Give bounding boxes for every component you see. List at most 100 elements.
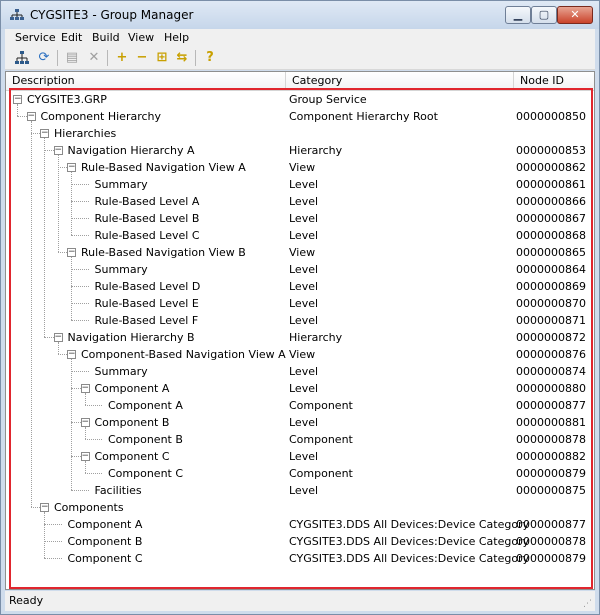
row-description: Component Hierarchy bbox=[40, 110, 162, 123]
tree-row[interactable]: − Navigation Hierarchy A Hierarchy 00000008… bbox=[6, 142, 594, 159]
tree-connector bbox=[71, 303, 89, 304]
collapse-icon[interactable]: − bbox=[40, 503, 49, 512]
tree-connector bbox=[71, 456, 81, 457]
properties-icon[interactable]: ▤ bbox=[63, 49, 81, 67]
close-icon: ✕ bbox=[570, 8, 580, 21]
window-title: CYGSITE3 - Group Manager bbox=[30, 8, 194, 22]
row-node-id: 0000000875 bbox=[516, 484, 586, 497]
tree-connector bbox=[44, 558, 62, 559]
row-description: Rule-Based Level C bbox=[94, 229, 200, 242]
row-description: Rule-Based Navigation View A bbox=[81, 161, 246, 174]
row-category: Level bbox=[289, 484, 319, 497]
row-category: CYGSITE3.DDS All Devices:Device Category bbox=[289, 552, 530, 565]
maximize-button[interactable]: ▢ bbox=[531, 6, 557, 24]
menu-build[interactable]: Build bbox=[92, 31, 120, 44]
collapse-icon[interactable]: − bbox=[53, 333, 63, 342]
tree-connector bbox=[17, 116, 27, 117]
tree-row[interactable]: − Component B Level 0000000881 bbox=[6, 414, 594, 431]
menu-bar: Service Edit Build View Help bbox=[5, 29, 595, 47]
row-category: Component bbox=[289, 467, 353, 480]
menu-service[interactable]: Service bbox=[15, 31, 56, 44]
move-icon[interactable]: ⇆ bbox=[173, 49, 191, 67]
row-category: Level bbox=[289, 297, 319, 310]
tree-connector bbox=[57, 252, 67, 253]
tree-row[interactable]: − Component Hierarchy Component Hierarchy … bbox=[6, 108, 594, 125]
tree-row[interactable]: Summary Level 0000000874 bbox=[6, 363, 594, 380]
row-node-id: 0000000880 bbox=[516, 382, 586, 395]
row-node-id: 0000000867 bbox=[516, 212, 586, 225]
row-description: Component C bbox=[108, 467, 184, 480]
tree-row[interactable]: − Component A Level 0000000880 bbox=[6, 380, 594, 397]
menu-help[interactable]: Help bbox=[164, 31, 189, 44]
tree-row[interactable]: Rule-Based Level D Level 0000000869 bbox=[6, 278, 594, 295]
collapse-icon[interactable]: − bbox=[26, 112, 36, 121]
column-node-id[interactable]: Node ID bbox=[514, 72, 594, 90]
row-description: Summary bbox=[94, 178, 148, 191]
tree-connector bbox=[30, 133, 40, 134]
tree-view-icon[interactable] bbox=[13, 49, 31, 67]
row-category: Level bbox=[289, 450, 319, 463]
remove-icon[interactable]: − bbox=[133, 49, 151, 67]
minimize-button[interactable]: ▁ bbox=[505, 6, 531, 24]
tree-connector bbox=[44, 138, 45, 337]
tree-row[interactable]: Component C CYGSITE3.DDS All Devices:Devi… bbox=[6, 550, 594, 567]
tree-row[interactable]: Rule-Based Level C Level 0000000868 bbox=[6, 227, 594, 244]
tree-row[interactable]: − Component-Based Navigation View A View 00… bbox=[6, 346, 594, 363]
tree-row[interactable]: − Components bbox=[6, 499, 594, 516]
row-category: View bbox=[289, 246, 316, 259]
tree-connector bbox=[71, 490, 89, 491]
tree-row[interactable]: Facilities Level 0000000875 bbox=[6, 482, 594, 499]
close-button[interactable]: ✕ bbox=[557, 6, 593, 24]
collapse-icon[interactable]: − bbox=[80, 418, 90, 427]
tree-row[interactable]: Component B CYGSITE3.DDS All Devices:Devi… bbox=[6, 533, 594, 550]
help-icon[interactable]: ? bbox=[201, 49, 219, 67]
tree-row[interactable]: − Rule-Based Navigation View A View 0000000… bbox=[6, 159, 594, 176]
collapse-icon[interactable]: − bbox=[67, 350, 76, 359]
collapse-icon[interactable]: − bbox=[67, 248, 76, 257]
row-category: Level bbox=[289, 212, 319, 225]
tree-connector bbox=[44, 337, 54, 338]
tree-connector bbox=[84, 393, 86, 405]
menu-edit[interactable]: Edit bbox=[61, 31, 82, 44]
tree-row[interactable]: − Navigation Hierarchy B Hierarchy 00000008… bbox=[6, 329, 594, 346]
tree-row[interactable]: Component A Component 0000000877 bbox=[6, 397, 594, 414]
row-category: Component bbox=[289, 399, 353, 412]
tree-row[interactable]: Component A CYGSITE3.DDS All Devices:Devi… bbox=[6, 516, 594, 533]
resize-grip-icon[interactable]: ⋰ bbox=[583, 599, 593, 609]
collapse-icon[interactable]: − bbox=[13, 95, 22, 104]
tree-row[interactable]: − Hierarchies bbox=[6, 125, 594, 142]
row-category: Level bbox=[289, 195, 319, 208]
tree-connector bbox=[57, 155, 59, 252]
column-description[interactable]: Description bbox=[6, 72, 286, 90]
tree-row[interactable]: Rule-Based Level F Level 0000000871 bbox=[6, 312, 594, 329]
tree-row[interactable]: Summary Level 0000000861 bbox=[6, 176, 594, 193]
title-bar[interactable]: CYGSITE3 - Group Manager ▁ ▢ ✕ bbox=[1, 1, 599, 29]
menu-view[interactable]: View bbox=[128, 31, 154, 44]
collapse-icon[interactable]: − bbox=[53, 146, 63, 155]
tree-connector bbox=[71, 371, 89, 372]
tree-row[interactable]: Rule-Based Level B Level 0000000867 bbox=[6, 210, 594, 227]
tree-connector bbox=[71, 269, 89, 270]
tree-row[interactable]: − Component C Level 0000000882 bbox=[6, 448, 594, 465]
add-icon[interactable]: + bbox=[113, 49, 131, 67]
add-group-icon[interactable]: ⊞ bbox=[153, 49, 171, 67]
tree-row[interactable]: Component C Component 0000000879 bbox=[6, 465, 594, 482]
column-category[interactable]: Category bbox=[286, 72, 514, 90]
row-node-id: 0000000872 bbox=[516, 331, 586, 344]
collapse-icon[interactable]: − bbox=[80, 384, 90, 393]
tree-row[interactable]: Summary Level 0000000864 bbox=[6, 261, 594, 278]
collapse-icon[interactable]: − bbox=[80, 452, 90, 461]
column-header: Description Category Node ID bbox=[6, 72, 594, 91]
toolbar: ⟳ ▤ ✕ + − ⊞ ⇆ ? bbox=[5, 47, 595, 70]
tree-row[interactable]: Component B Component 0000000878 bbox=[6, 431, 594, 448]
tree-list-view[interactable]: Description Category Node ID − CYGSITE3.G… bbox=[5, 71, 595, 590]
collapse-icon[interactable]: − bbox=[40, 129, 49, 138]
refresh-icon[interactable]: ⟳ bbox=[35, 49, 53, 67]
tree-row[interactable]: Rule-Based Level E Level 0000000870 bbox=[6, 295, 594, 312]
tree-row[interactable]: Rule-Based Level A Level 0000000866 bbox=[6, 193, 594, 210]
tree-row[interactable]: − CYGSITE3.GRP Group Service bbox=[6, 91, 594, 108]
delete-icon[interactable]: ✕ bbox=[85, 49, 103, 67]
collapse-icon[interactable]: − bbox=[67, 163, 76, 172]
tree-connector bbox=[44, 524, 62, 525]
tree-row[interactable]: − Rule-Based Navigation View B View 0000000… bbox=[6, 244, 594, 261]
